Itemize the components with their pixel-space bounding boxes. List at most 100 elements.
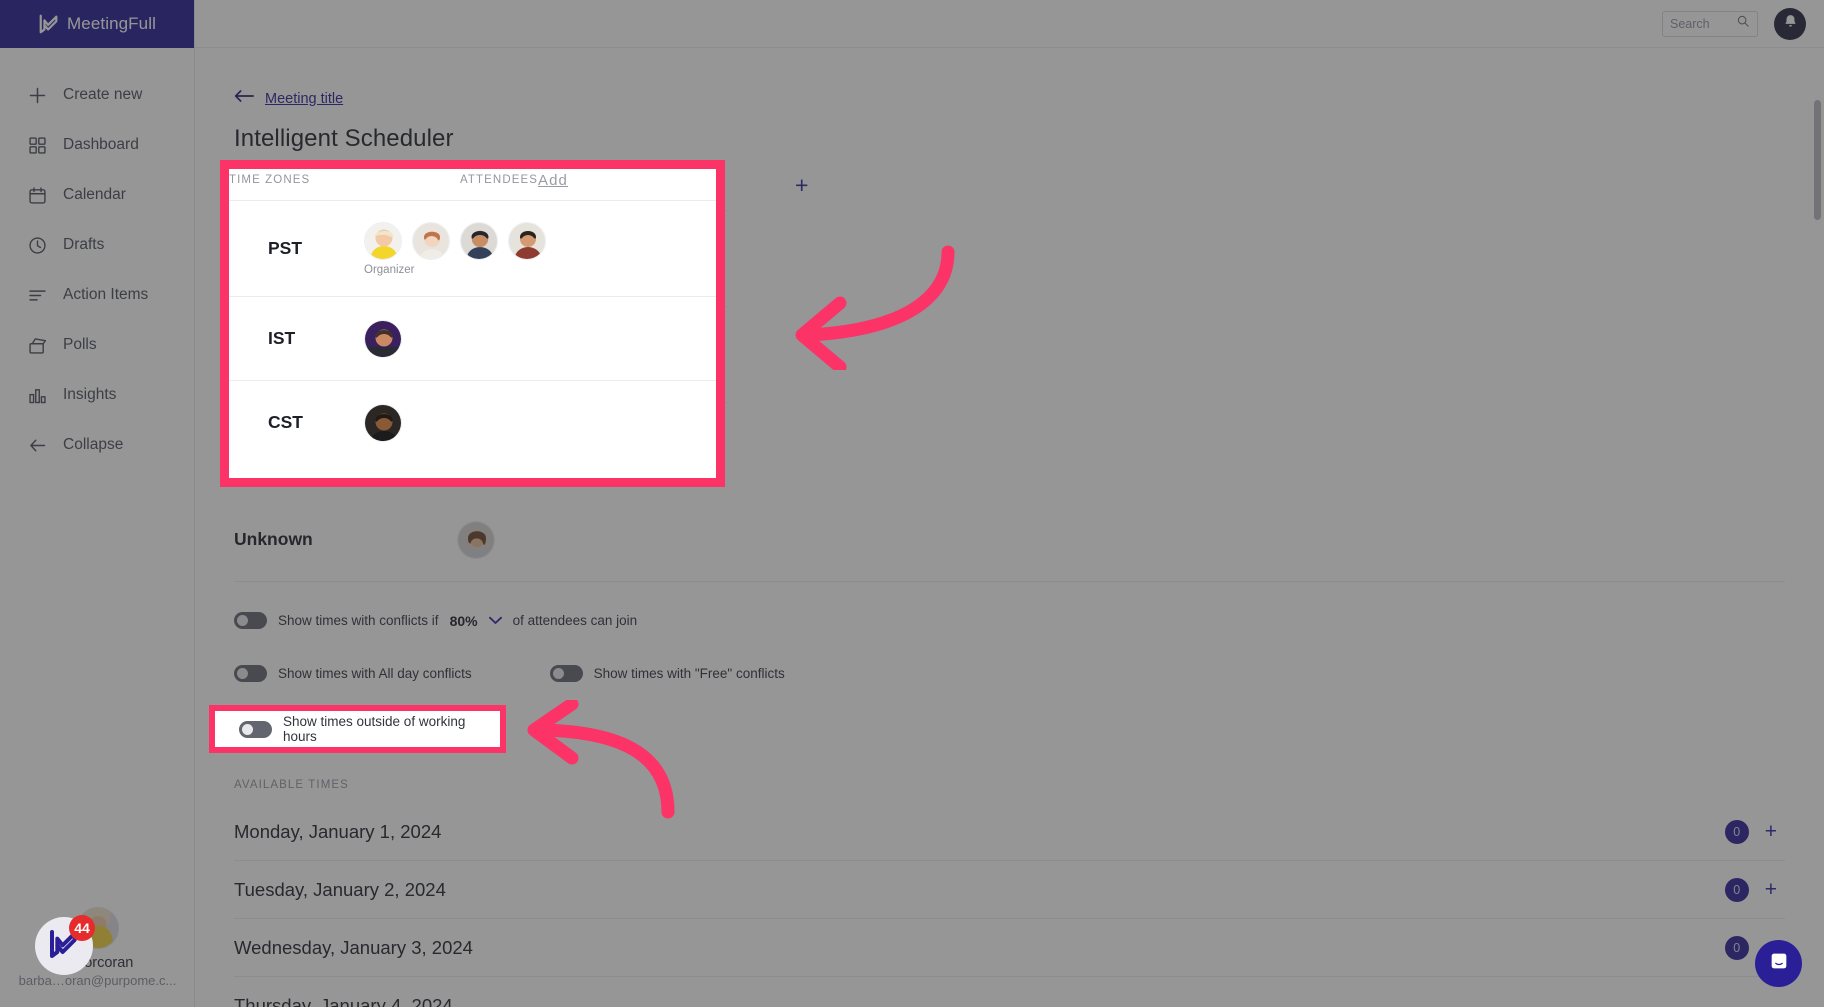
conflict-type-toggles-row: Show times with All day conflicts Show t… bbox=[234, 665, 1824, 682]
bell-icon bbox=[1782, 13, 1799, 35]
topbar bbox=[195, 0, 1824, 48]
search-field[interactable] bbox=[1670, 16, 1732, 31]
organizer-avatar bbox=[364, 221, 402, 260]
chevron-down-icon[interactable] bbox=[488, 613, 502, 628]
sidebar-item-label: Create new bbox=[63, 86, 143, 103]
list-item[interactable]: Thursday, January 4, 2024 bbox=[234, 977, 1785, 1007]
attendee[interactable] bbox=[508, 221, 546, 260]
scrollbar[interactable] bbox=[1814, 100, 1821, 220]
attendee[interactable]: Organizer bbox=[364, 221, 415, 276]
sidebar-item-label: Drafts bbox=[63, 236, 105, 253]
plus-icon bbox=[27, 85, 48, 106]
search-icon bbox=[1736, 14, 1750, 33]
attendee-group bbox=[457, 520, 495, 559]
notifications-button[interactable] bbox=[1774, 7, 1806, 40]
sidebar-user-profile[interactable]: a Corcoran barba…oran@purpome.c... bbox=[0, 907, 195, 989]
sidebar-item-polls[interactable]: Polls bbox=[0, 320, 194, 370]
arrow-left-icon bbox=[27, 435, 48, 456]
app-root: MeetingFull Create new Dashboard Calenda… bbox=[0, 0, 1824, 1007]
attendee-avatar-4 bbox=[508, 221, 546, 260]
search-input[interactable] bbox=[1662, 10, 1758, 37]
sidebar-item-label: Calendar bbox=[63, 186, 126, 203]
timezone-label: Unknown bbox=[234, 529, 313, 549]
page-title: Intelligent Scheduler bbox=[234, 125, 454, 152]
plus-icon[interactable]: + bbox=[1765, 821, 1777, 842]
brand-name: MeetingFull bbox=[67, 14, 156, 33]
attendee-avatar-7 bbox=[457, 520, 495, 559]
attendee-avatar-2 bbox=[412, 221, 450, 260]
attendee[interactable] bbox=[364, 319, 402, 358]
chat-widget-button[interactable] bbox=[1755, 940, 1802, 987]
notification-launcher[interactable]: 44 bbox=[35, 915, 95, 975]
attendee-avatar-3 bbox=[460, 221, 498, 260]
attendee[interactable] bbox=[412, 221, 450, 260]
list-item[interactable]: Tuesday, January 2, 2024 0 + bbox=[234, 861, 1785, 919]
sidebar-item-dashboard[interactable]: Dashboard bbox=[0, 120, 194, 170]
conflicts-prefix-label: Show times with conflicts if bbox=[278, 613, 439, 628]
sidebar-item-action-items[interactable]: Action Items bbox=[0, 270, 194, 320]
clock-icon bbox=[27, 235, 48, 256]
day-label: Wednesday, January 3, 2024 bbox=[234, 936, 473, 958]
attendee[interactable] bbox=[460, 221, 498, 260]
meetingfull-logo-icon bbox=[38, 13, 60, 35]
sidebar-item-create-new[interactable]: Create new bbox=[0, 70, 194, 120]
attendee-avatar-6 bbox=[364, 403, 402, 442]
organizer-label: Organizer bbox=[364, 263, 415, 276]
conflicts-suffix-label: of attendees can join bbox=[512, 613, 638, 628]
profile-email: barba…oran@purpome.c... bbox=[18, 973, 177, 988]
sidebar-item-calendar[interactable]: Calendar bbox=[0, 170, 194, 220]
sidebar-item-collapse[interactable]: Collapse bbox=[0, 420, 194, 470]
table-row-hl: CST bbox=[229, 380, 716, 464]
list-item[interactable]: Wednesday, January 3, 2024 0 + bbox=[234, 919, 1785, 977]
breadcrumb[interactable]: Meeting title bbox=[234, 89, 1824, 108]
highlight-region-timezones: TIME ZONES ATTENDEES Add PST Organizer I… bbox=[229, 169, 716, 478]
attendee[interactable] bbox=[457, 520, 495, 559]
calendar-icon bbox=[27, 185, 48, 206]
col-header-timezones-hl: TIME ZONES bbox=[229, 174, 311, 186]
add-timezone-button[interactable]: + bbox=[795, 174, 808, 197]
table-row-hl: PST Organizer bbox=[229, 200, 716, 296]
sidebar-item-insights[interactable]: Insights bbox=[0, 370, 194, 420]
toggle-all-day-conflicts[interactable] bbox=[234, 665, 267, 682]
day-label: Monday, January 1, 2024 bbox=[234, 820, 442, 842]
conflicts-percent-value[interactable]: 80% bbox=[450, 613, 478, 629]
brand-logo[interactable]: MeetingFull bbox=[0, 0, 194, 48]
timezone-label-hl: PST bbox=[268, 238, 303, 258]
sidebar-item-drafts[interactable]: Drafts bbox=[0, 220, 194, 270]
timezone-label-hl: IST bbox=[268, 328, 296, 348]
attendee-avatar-5 bbox=[364, 319, 402, 358]
status-badge: 0 bbox=[1724, 877, 1749, 902]
table-row: Unknown bbox=[234, 498, 1785, 582]
available-times-heading: AVAILABLE TIMES bbox=[234, 779, 349, 791]
status-badge: 0 bbox=[1724, 935, 1749, 960]
free-conflicts-label: Show times with "Free" conflicts bbox=[593, 666, 785, 681]
list-item[interactable]: Monday, January 1, 2024 0 + bbox=[234, 803, 1785, 861]
list-icon bbox=[27, 285, 48, 306]
plus-icon[interactable]: + bbox=[1765, 879, 1777, 900]
day-label: Thursday, January 4, 2024 bbox=[234, 995, 453, 1007]
arrow-left-icon bbox=[234, 89, 254, 108]
table-row-hl: IST bbox=[229, 296, 716, 380]
attendee[interactable] bbox=[364, 403, 402, 442]
all-day-conflicts-label: Show times with All day conflicts bbox=[278, 666, 472, 681]
sidebar-nav: Create new Dashboard Calendar Drafts Act… bbox=[0, 48, 194, 470]
conflicts-threshold-row: Show times with conflicts if 80% of atte… bbox=[234, 612, 1824, 629]
day-label: Tuesday, January 2, 2024 bbox=[234, 878, 446, 900]
bar-chart-icon bbox=[27, 385, 48, 406]
back-link-label[interactable]: Meeting title bbox=[265, 91, 343, 107]
toggle-outside-working-hours-hl[interactable] bbox=[239, 720, 272, 738]
toggle-free-conflicts[interactable] bbox=[549, 665, 583, 682]
sidebar-item-label: Polls bbox=[63, 336, 97, 353]
sidebar-item-label: Collapse bbox=[63, 436, 124, 453]
chat-bubble-icon bbox=[1768, 950, 1790, 977]
add-attendee-link-hl[interactable]: Add bbox=[538, 172, 568, 189]
sidebar-item-label: Insights bbox=[63, 386, 117, 403]
profile-name: a Corcoran bbox=[61, 955, 134, 971]
sidebar-item-label: Action Items bbox=[63, 286, 149, 303]
sidebar: MeetingFull Create new Dashboard Calenda… bbox=[0, 0, 195, 1007]
col-header-attendees-hl: ATTENDEES bbox=[460, 174, 539, 186]
notification-count-badge: 44 bbox=[69, 915, 95, 941]
timezone-label-hl: CST bbox=[268, 412, 303, 432]
toggle-show-conflicts[interactable] bbox=[234, 612, 267, 629]
sidebar-item-label: Dashboard bbox=[63, 136, 139, 153]
